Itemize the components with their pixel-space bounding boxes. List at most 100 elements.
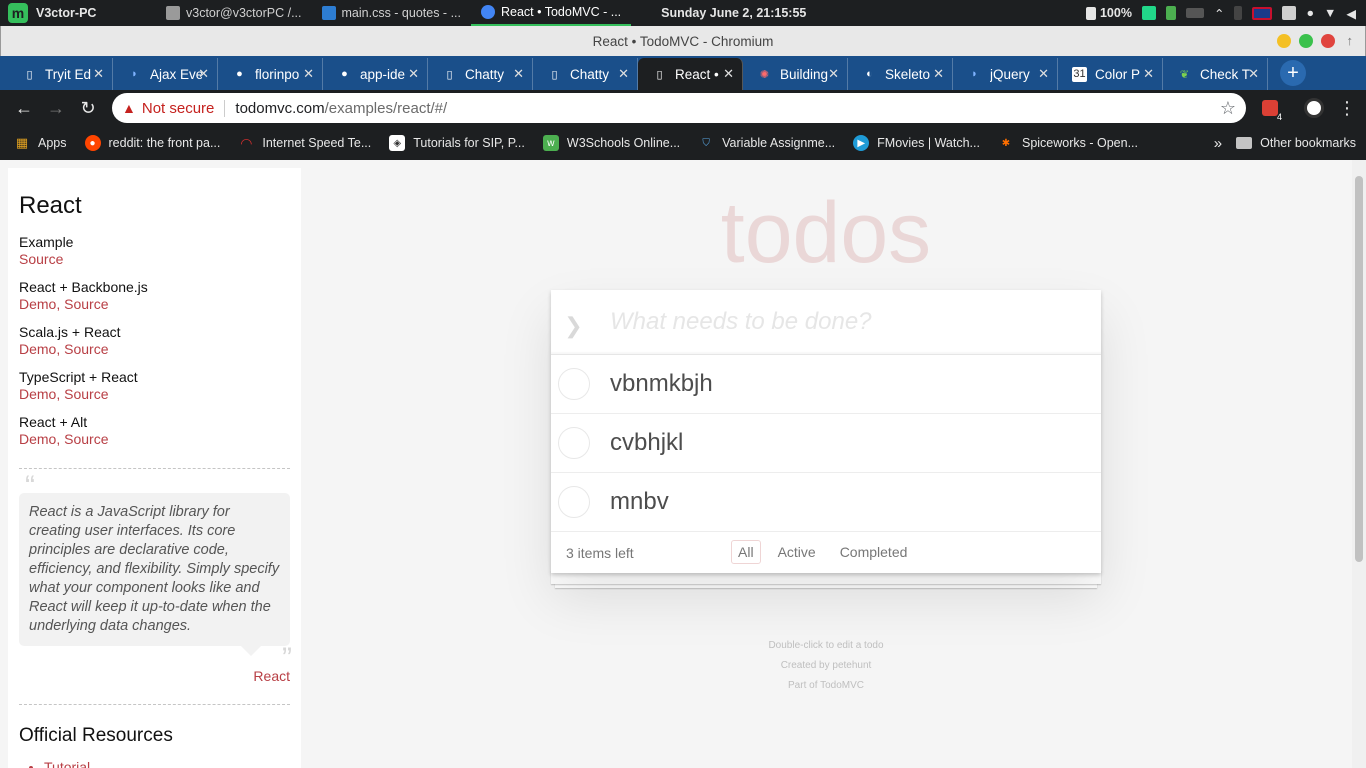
- menu-dots-icon[interactable]: ⋮: [1338, 98, 1356, 119]
- browser-tab-active[interactable]: ▯ React • ✕: [638, 58, 743, 90]
- close-icon[interactable]: ✕: [198, 66, 209, 82]
- todo-label[interactable]: cvbhjkl: [610, 429, 683, 457]
- scrollbar-thumb[interactable]: [1355, 176, 1363, 562]
- forward-arrow-icon[interactable]: →: [40, 92, 72, 124]
- browser-tab[interactable]: 31 Color P ✕: [1058, 58, 1163, 90]
- resource-link-tutorial[interactable]: Tutorial: [44, 759, 290, 768]
- items-left-count: 3 items left: [566, 544, 634, 561]
- clock[interactable]: Sunday June 2, 21:15:55: [661, 6, 806, 20]
- todo-footer: 3 items left All Active Completed: [551, 532, 1101, 573]
- browser-tab[interactable]: ▯ Chatty ✕: [533, 58, 638, 90]
- example-links[interactable]: Demo, Source: [19, 386, 290, 403]
- pycharm-icon[interactable]: [1141, 6, 1156, 20]
- minimize-button[interactable]: [1276, 33, 1291, 48]
- example-name: React + Alt: [19, 414, 88, 430]
- close-icon[interactable]: ✕: [408, 66, 419, 82]
- keyboard-icon[interactable]: [1185, 8, 1204, 18]
- tab-title: Tryit Ed: [45, 66, 92, 82]
- taskbar-item-vscode[interactable]: main.css - quotes - ...: [312, 0, 471, 26]
- taskbar-item-terminal[interactable]: v3ctor@v3ctorPC /...: [156, 0, 312, 26]
- example-links[interactable]: Demo, Source: [19, 341, 290, 358]
- pin-icon[interactable]: ↑: [1347, 33, 1354, 48]
- info-todomvc[interactable]: Part of TodoMVC: [551, 676, 1101, 696]
- bookmark-spiceworks[interactable]: ✱ Spiceworks - Open...: [998, 135, 1138, 151]
- window-titlebar[interactable]: React • TodoMVC - Chromium ↑: [0, 26, 1366, 56]
- filter-completed[interactable]: Completed: [833, 540, 915, 564]
- profile-avatar-icon[interactable]: [1304, 98, 1324, 118]
- browser-tab[interactable]: ● florinpo ✕: [218, 58, 323, 90]
- example-item: React + Backbone.js Demo, Source: [19, 279, 290, 313]
- todo-checkbox[interactable]: [558, 486, 590, 518]
- new-tab-button[interactable]: +: [1280, 60, 1306, 86]
- volume-icon[interactable]: ◀: [1346, 6, 1356, 21]
- page-scrollbar[interactable]: [1352, 160, 1366, 768]
- close-icon[interactable]: ✕: [513, 66, 524, 82]
- flag-uk-icon[interactable]: [1252, 6, 1273, 20]
- quote-author-link[interactable]: React: [19, 668, 290, 684]
- security-label[interactable]: Not secure: [142, 99, 226, 117]
- apps-grid-icon: ▦: [15, 135, 29, 150]
- close-icon[interactable]: ✕: [723, 66, 734, 82]
- browser-tab[interactable]: ● app-ide ✕: [323, 58, 428, 90]
- bookmark-w3schools[interactable]: w W3Schools Online...: [542, 135, 680, 151]
- todo-checkbox[interactable]: [558, 368, 590, 400]
- bluetooth-icon[interactable]: [1234, 6, 1243, 20]
- address-bar[interactable]: ▲ Not secure todomvc.com/examples/react/…: [112, 93, 1246, 123]
- close-icon[interactable]: ✕: [93, 66, 104, 82]
- close-icon[interactable]: ✕: [828, 66, 839, 82]
- filter-active[interactable]: Active: [771, 540, 823, 564]
- chevron-right-icon[interactable]: »: [1214, 135, 1222, 152]
- bookmark-speedtest[interactable]: ◠ Internet Speed Te...: [238, 135, 371, 151]
- browser-tab[interactable]: ▯ Chatty ✕: [428, 58, 533, 90]
- bookmark-apps[interactable]: ▦ Apps: [14, 135, 67, 151]
- browser-tab[interactable]: ❦ Check T ✕: [1163, 58, 1268, 90]
- browser-tab[interactable]: ◐ Skeleto ✕: [848, 58, 953, 90]
- close-icon[interactable]: ✕: [933, 66, 944, 82]
- reload-icon[interactable]: ↻: [72, 92, 104, 124]
- bookmark-reddit[interactable]: ● reddit: the front pa...: [84, 135, 220, 151]
- todo-item[interactable]: mnbv: [551, 473, 1101, 532]
- bookmark-tutorials[interactable]: ◈ Tutorials for SIP, P...: [389, 135, 525, 151]
- browser-tab[interactable]: ◗ jQuery ✕: [953, 58, 1058, 90]
- filter-all[interactable]: All: [731, 540, 761, 564]
- close-icon[interactable]: ✕: [303, 66, 314, 82]
- os-brand: V3ctor-PC: [36, 6, 97, 20]
- toggle-all-chevron-icon[interactable]: ❯: [551, 305, 596, 339]
- back-arrow-icon[interactable]: ←: [8, 92, 40, 124]
- bookmark-variable[interactable]: ⛉ Variable Assignme...: [698, 135, 835, 151]
- example-links[interactable]: Demo, Source: [19, 431, 290, 448]
- todo-item[interactable]: vbnmkbjh: [551, 355, 1101, 414]
- close-icon[interactable]: ✕: [618, 66, 629, 82]
- battery-tray-icon[interactable]: [1165, 6, 1176, 20]
- close-button[interactable]: [1320, 33, 1335, 48]
- divider: [19, 704, 290, 705]
- todo-item[interactable]: cvbhjkl: [551, 414, 1101, 473]
- screenshot-icon[interactable]: [1282, 6, 1297, 20]
- todo-label[interactable]: mnbv: [610, 488, 669, 516]
- browser-tab[interactable]: ✺ Building ✕: [743, 58, 848, 90]
- browser-tab[interactable]: ◗ Ajax Eve ✕: [113, 58, 218, 90]
- wifi-icon[interactable]: ▼: [1324, 6, 1336, 20]
- close-icon[interactable]: ✕: [1143, 66, 1154, 82]
- todo-checkbox[interactable]: [558, 427, 590, 459]
- close-icon[interactable]: ✕: [1038, 66, 1049, 82]
- warning-icon[interactable]: ▲: [122, 100, 136, 116]
- manjaro-logo-icon[interactable]: m: [8, 3, 28, 23]
- maximize-button[interactable]: [1298, 33, 1313, 48]
- example-links[interactable]: Demo, Source: [19, 296, 290, 313]
- example-links[interactable]: Source: [19, 251, 290, 268]
- tab-title: jQuery: [990, 66, 1030, 82]
- other-bookmarks[interactable]: Other bookmarks: [1236, 136, 1356, 150]
- battery-icon[interactable]: 100%: [1085, 6, 1132, 20]
- user-icon[interactable]: ●: [1306, 6, 1314, 20]
- taskbar-item-chromium[interactable]: React • TodoMVC - ...: [470, 0, 632, 26]
- todoist-extension-icon[interactable]: 4: [1260, 98, 1282, 122]
- todo-label[interactable]: vbnmkbjh: [610, 370, 713, 398]
- close-icon[interactable]: ✕: [1248, 66, 1259, 82]
- info-credit[interactable]: Created by petehunt: [551, 656, 1101, 676]
- new-todo-input[interactable]: [610, 308, 1070, 336]
- bookmark-star-icon[interactable]: ☆: [1220, 98, 1236, 119]
- chevron-up-icon[interactable]: ⌃: [1214, 6, 1224, 21]
- browser-tab[interactable]: ▯ Tryit Ed ✕: [8, 58, 113, 90]
- bookmark-fmovies[interactable]: ▶ FMovies | Watch...: [853, 135, 980, 151]
